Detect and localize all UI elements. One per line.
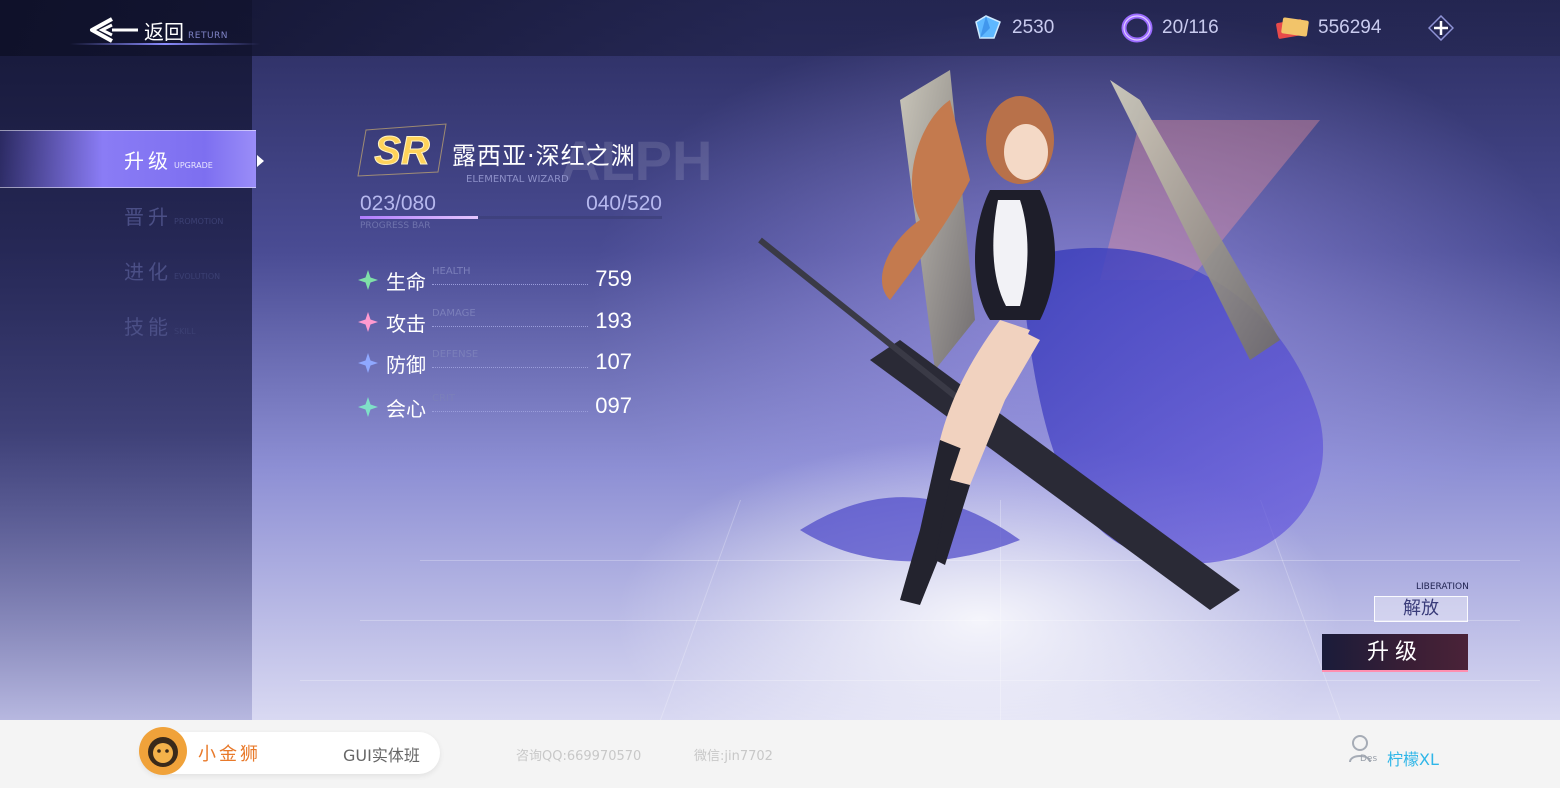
top-bar: 返回 RETURN 2530 20/116 556294 [0, 0, 1560, 56]
stat-name: 防御 [386, 353, 426, 377]
brand-name: 小金狮 [198, 744, 261, 765]
left-panel: 升级 UPGRADE 晋升 PROMOTION 进化 EVOLUTION 技能 … [0, 0, 264, 720]
footer: 小金狮 GUI实体班 咨询QQ:669970570 微信:jin7702 Des… [0, 720, 1560, 788]
stat-value: 097 [595, 393, 632, 418]
currency-value: 2530 [1012, 17, 1055, 38]
currency-value: 20/116 [1162, 17, 1219, 38]
currency-value: 556294 [1318, 17, 1382, 38]
nav-tab-evolution[interactable]: 进化 EVOLUTION [0, 241, 256, 299]
stat-value: 759 [595, 266, 632, 291]
level-progress-row: 023/080 040/520 [360, 192, 662, 216]
nav-tab-sublabel: UPGRADE [174, 160, 213, 170]
character-name: 露西亚·深红之渊 [452, 142, 636, 170]
back-sublabel: RETURN [188, 31, 229, 41]
contact-qq: 咨询QQ:669970570 [516, 749, 642, 764]
crystal-icon [975, 15, 1001, 39]
nav-tab-sublabel: PROMOTION [174, 216, 224, 226]
stat-damage: 攻击 DAMAGE 193 [358, 306, 632, 336]
stat-health: 生命 HEALTH 759 [358, 264, 632, 294]
course-name: GUI实体班 [343, 746, 420, 765]
stat-value: 107 [595, 349, 632, 374]
stat-en: DEFENSE [432, 349, 479, 360]
header-glow-line [70, 43, 260, 45]
nav-tab-sublabel: EVOLUTION [174, 271, 221, 281]
sparkle-icon [358, 270, 378, 290]
progress-caption: PROGRESS BAR [360, 221, 431, 231]
back-label: 返回 [144, 19, 184, 44]
nav-tab-label: 技能 [124, 314, 172, 339]
sr-rarity-badge: SR [357, 123, 447, 177]
back-arrow-icon [90, 17, 138, 43]
liberation-caption: LIBERATION [1416, 582, 1469, 592]
progress-fill [360, 216, 478, 219]
stat-en: CRIT [432, 393, 455, 404]
active-pointer-icon [257, 155, 264, 167]
stat-divider [432, 411, 588, 412]
ring-icon [1121, 13, 1153, 43]
stat-name: 生命 [386, 270, 426, 294]
stat-value: 193 [595, 308, 632, 333]
stat-en: HEALTH [432, 266, 471, 277]
character-class: ELEMENTAL WIZARD [466, 174, 569, 185]
currency-ticket: 556294 [1274, 12, 1381, 44]
sparkle-icon [358, 353, 378, 373]
progress-bar [360, 216, 662, 219]
level-value: 023/080 [360, 192, 436, 215]
lion-logo-icon [139, 727, 187, 775]
exp-value: 040/520 [586, 192, 662, 215]
liberation-button[interactable]: 解放 [1374, 596, 1468, 622]
sparkle-icon [358, 312, 378, 332]
user-sublabel: Des [1360, 754, 1378, 764]
stat-divider [432, 284, 588, 285]
floor-grid-line [300, 680, 1540, 681]
stat-divider [432, 367, 588, 368]
sparkle-icon [358, 397, 378, 417]
currency-ring: 20/116 [1120, 12, 1219, 44]
nav-tab-upgrade[interactable]: 升级 UPGRADE [0, 130, 264, 188]
stat-crit: 会心 CRIT 097 [358, 391, 632, 421]
plus-icon[interactable] [1428, 15, 1454, 41]
currency-crystal: 2530 [970, 12, 1054, 44]
stat-en: DAMAGE [432, 308, 476, 319]
nav-tab-label: 升级 [124, 148, 172, 173]
back-button[interactable]: 返回 RETURN [88, 14, 228, 46]
nav-tab-label: 晋升 [124, 204, 172, 229]
rarity-text: SR [374, 129, 430, 173]
stat-name: 会心 [386, 397, 426, 421]
stat-defense: 防御 DEFENSE 107 [358, 347, 632, 377]
nav-tab-label: 进化 [124, 259, 172, 284]
nav-tab-sublabel: SKILL [174, 326, 196, 336]
stat-divider [432, 326, 588, 327]
ticket-icon [1276, 17, 1309, 39]
nav-tab-promotion[interactable]: 晋升 PROMOTION [0, 186, 256, 244]
upgrade-button[interactable]: 升级 [1322, 634, 1468, 672]
character-illustration [758, 70, 1324, 610]
nav-tab-skill[interactable]: 技能 SKILL [0, 296, 256, 354]
stat-name: 攻击 [386, 312, 426, 336]
user-name: 柠檬XL [1387, 750, 1439, 769]
contact-wechat: 微信:jin7702 [694, 749, 773, 764]
